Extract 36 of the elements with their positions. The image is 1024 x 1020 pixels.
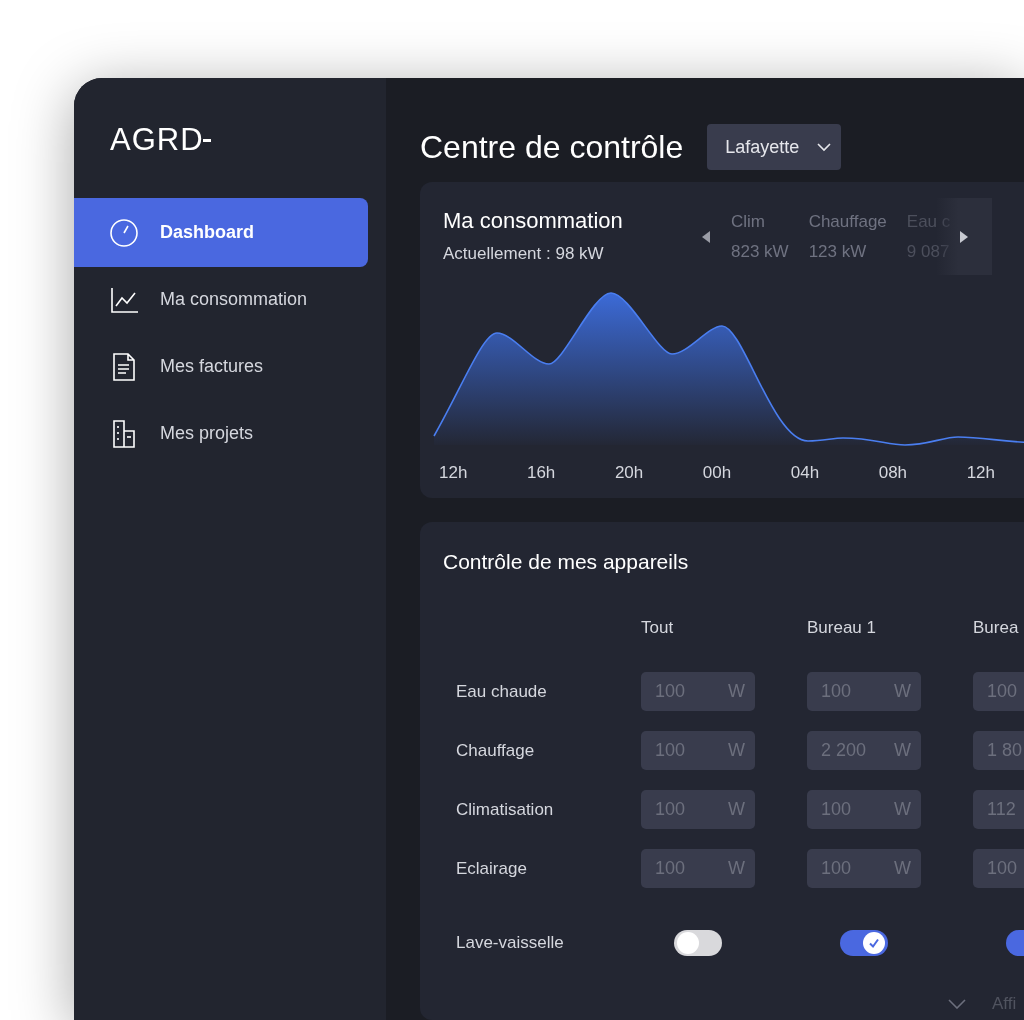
breakdown-value: 123 kW	[808, 241, 868, 262]
row-label: Lave-vaisselle	[456, 933, 565, 953]
nav-item[interactable]: Mes factures	[74, 332, 368, 401]
axis-label: 00h	[702, 463, 732, 483]
site-dropdown[interactable]: Lafayette	[707, 124, 842, 170]
axis-label: 20h	[614, 463, 644, 483]
logo: AGRD	[110, 120, 386, 160]
column-header: Tout	[641, 618, 675, 638]
prev-arrow-icon[interactable]	[701, 229, 711, 244]
column-header: Bureau 1	[807, 618, 877, 638]
axis-label: 12h	[966, 463, 995, 483]
nav-item[interactable]: Mes projets	[74, 399, 368, 468]
breakdown-label: Chauffage	[808, 211, 887, 232]
breakdown-value: 823 kW	[731, 241, 789, 262]
card-title: Contrôle de mes appareils	[443, 550, 690, 574]
row-label: Eau chaude	[456, 681, 548, 702]
axis-label: 16h	[526, 463, 556, 483]
card-title: Ma consommation	[443, 208, 624, 234]
chevron-down-icon[interactable]	[948, 999, 966, 1009]
toggle-switch[interactable]	[840, 930, 888, 956]
axis-label: 04h	[790, 463, 820, 483]
axis-label: 12h	[439, 463, 468, 483]
nav-item[interactable]: Dashboard	[74, 198, 368, 267]
gauge-icon	[108, 216, 140, 249]
chevron-down-icon	[817, 142, 832, 152]
current-reading: Actuellement : 98 kW	[443, 244, 605, 264]
page-title: Centre de contrôle	[420, 128, 684, 166]
breakdown-label: Clim	[731, 211, 766, 232]
caret-right-icon	[959, 229, 970, 244]
row-label: Eclairage	[456, 858, 528, 879]
nav-item[interactable]: Ma consommation	[74, 265, 368, 334]
axis-label: 08h	[878, 463, 908, 483]
column-header: Burea	[973, 618, 1020, 638]
toggle-switch[interactable]	[674, 930, 722, 956]
row-label: Chauffage	[456, 740, 536, 761]
row-label: Climatisation	[456, 799, 555, 820]
